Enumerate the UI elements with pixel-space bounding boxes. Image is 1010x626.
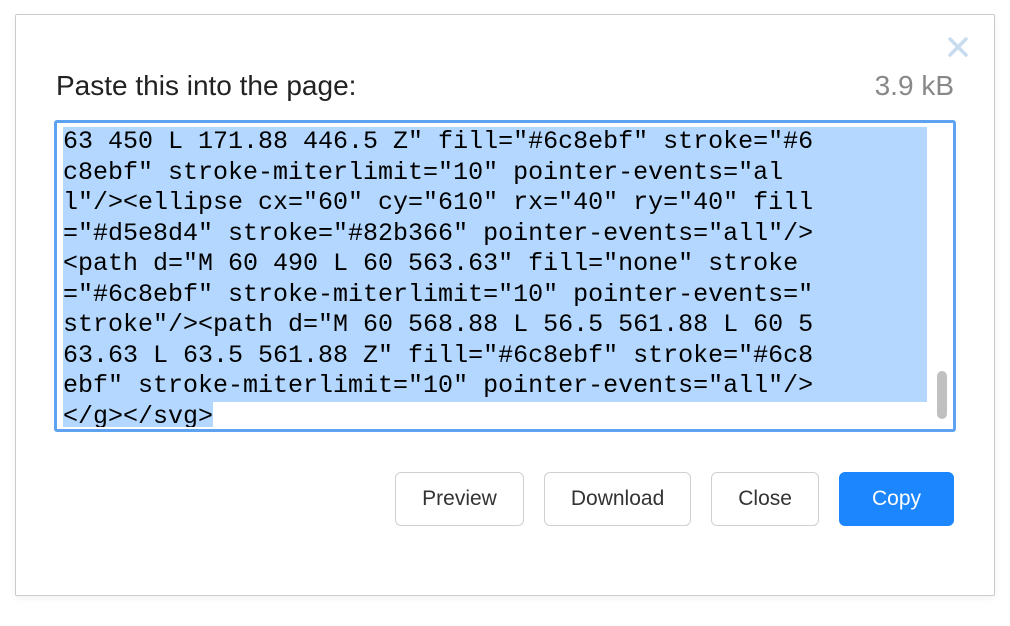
close-icon[interactable] [946,35,970,59]
code-line: ="#6c8ebf" stroke-miterlimit="10" pointe… [63,280,927,311]
download-button[interactable]: Download [544,472,691,526]
paste-dialog: Paste this into the page: 3.9 kB 63 450 … [15,14,995,596]
copy-button[interactable]: Copy [839,472,954,526]
code-line: 63.63 L 63.5 561.88 Z" fill="#6c8ebf" st… [63,341,927,372]
code-line: 63 450 L 171.88 446.5 Z" fill="#6c8ebf" … [63,127,927,158]
code-line: ebf" stroke-miterlimit="10" pointer-even… [63,371,927,402]
preview-button[interactable]: Preview [395,472,524,526]
code-line: </g></svg> [63,402,213,428]
paste-label: Paste this into the page: [56,70,356,102]
file-size: 3.9 kB [875,70,954,102]
code-line: stroke"/><path d="M 60 568.88 L 56.5 561… [63,310,927,341]
close-button[interactable]: Close [711,472,819,526]
scrollbar-thumb[interactable] [937,371,947,419]
code-line: c8ebf" stroke-miterlimit="10" pointer-ev… [63,158,927,189]
code-line: <path d="M 60 490 L 60 563.63" fill="non… [63,249,927,280]
button-row: Preview Download Close Copy [16,432,994,526]
code-textarea[interactable]: 63 450 L 171.88 446.5 Z" fill="#6c8ebf" … [54,120,956,432]
code-content[interactable]: 63 450 L 171.88 446.5 Z" fill="#6c8ebf" … [59,125,951,427]
code-line: l"/><ellipse cx="60" cy="610" rx="40" ry… [63,188,927,219]
header: Paste this into the page: 3.9 kB [16,15,994,120]
code-line: ="#d5e8d4" stroke="#82b366" pointer-even… [63,219,927,250]
code-textarea-wrapper: 63 450 L 171.88 446.5 Z" fill="#6c8ebf" … [54,120,956,432]
